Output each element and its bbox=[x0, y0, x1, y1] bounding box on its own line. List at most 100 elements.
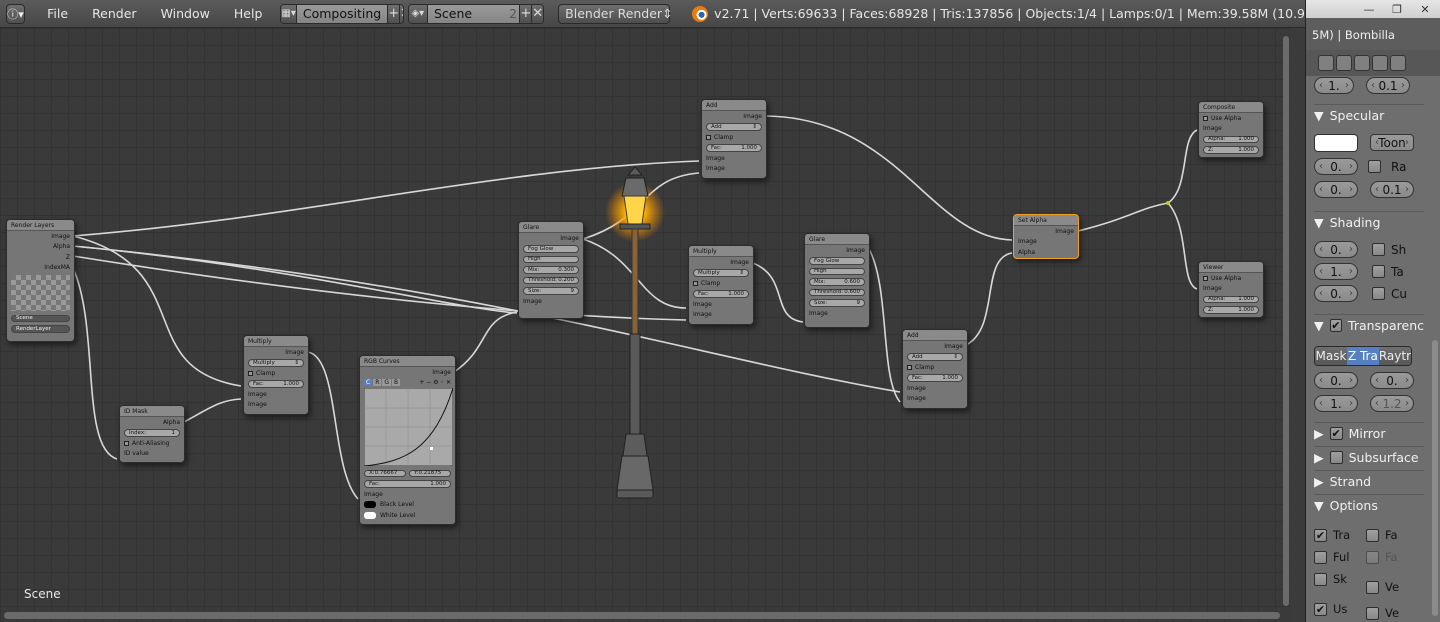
blend-mode-dropdown[interactable]: Add ⇕ bbox=[907, 353, 963, 361]
node-rgb-curves[interactable]: RGB Curves Image C R G B + − ⚙ ◦ ✕ X:0.7… bbox=[359, 355, 456, 525]
checkbox[interactable] bbox=[1314, 572, 1327, 586]
mix-field[interactable]: Mix: 0.600 bbox=[809, 278, 865, 286]
fac-field[interactable]: Fac: 1.000 bbox=[248, 380, 304, 388]
checkbox[interactable] bbox=[1203, 275, 1208, 281]
value-field[interactable]: 0. bbox=[1314, 181, 1358, 198]
menu-render[interactable]: Render bbox=[80, 6, 149, 21]
node-header[interactable]: RGB Curves bbox=[360, 356, 455, 367]
node-header[interactable]: Glare bbox=[805, 234, 869, 245]
fac-field[interactable]: Fac: 1.000 bbox=[693, 290, 749, 298]
value-field[interactable]: 1. bbox=[1314, 263, 1358, 280]
minimize-icon[interactable]: — bbox=[1358, 3, 1380, 16]
checkbox[interactable] bbox=[1366, 580, 1379, 594]
value-field[interactable]: 0. bbox=[1314, 372, 1358, 389]
checkbox[interactable] bbox=[1366, 550, 1379, 564]
scene-tab-icon[interactable] bbox=[1354, 55, 1370, 71]
checkbox[interactable] bbox=[1372, 265, 1385, 278]
checkbox-checked[interactable]: ✔ bbox=[1329, 319, 1343, 332]
fac-field[interactable]: Fac: 1.000 bbox=[706, 144, 762, 152]
z-field[interactable]: Z: 1.000 bbox=[1203, 146, 1259, 154]
node-render-layers[interactable]: Render Layers Image Alpha Z IndexMA Scen… bbox=[6, 219, 75, 342]
node-header[interactable]: Multiply bbox=[689, 246, 753, 257]
node-editor[interactable]: Render Layers Image Alpha Z IndexMA Scen… bbox=[0, 28, 1290, 622]
menu-window[interactable]: Window bbox=[149, 6, 222, 21]
shading-panel-header[interactable]: ▼ Shading bbox=[1314, 211, 1424, 233]
value-field[interactable]: 0.1 bbox=[1366, 77, 1410, 94]
node-header[interactable]: Add bbox=[702, 100, 766, 111]
transparency-method-selector[interactable]: Mask Z Tra Raytr bbox=[1314, 346, 1412, 366]
channel-b[interactable]: B bbox=[392, 379, 401, 387]
value-field[interactable]: 0. bbox=[1314, 241, 1358, 258]
fac-field[interactable]: Fac: 1.000 bbox=[364, 480, 451, 488]
restore-icon[interactable]: ❐ bbox=[1386, 3, 1408, 16]
editor-type-button[interactable]: ⓘ▾ bbox=[6, 3, 26, 24]
mirror-panel-header[interactable]: ▶ ✔ Mirror bbox=[1314, 422, 1424, 444]
checkbox[interactable] bbox=[1203, 115, 1208, 121]
value-field[interactable]: 0.1 bbox=[1370, 181, 1414, 198]
mask-option[interactable]: Mask bbox=[1315, 347, 1347, 365]
checkbox-checked[interactable]: ✔ bbox=[1314, 602, 1327, 616]
checkbox-checked[interactable]: ✔ bbox=[1329, 427, 1343, 440]
channel-r[interactable]: R bbox=[373, 379, 382, 387]
quality-dropdown[interactable]: High bbox=[809, 267, 865, 275]
node-composite[interactable]: Composite Use Alpha Image Alpha: 1.000 Z:… bbox=[1198, 101, 1264, 158]
strand-panel-header[interactable]: ▶ Strand bbox=[1314, 470, 1424, 492]
scene-name[interactable]: Scene bbox=[427, 4, 507, 23]
x-coordinate-field[interactable]: X:0.76667 bbox=[364, 469, 406, 477]
editor-type-icon[interactable] bbox=[1318, 55, 1334, 71]
glare-type-dropdown[interactable]: Fog Glow bbox=[523, 245, 579, 253]
vertical-scrollbar[interactable] bbox=[1283, 36, 1289, 606]
index-field[interactable]: Index: 1 bbox=[124, 429, 180, 437]
quality-dropdown[interactable]: High bbox=[523, 255, 579, 263]
alpha-field[interactable]: Alpha: 1.000 bbox=[1203, 135, 1259, 143]
render-tab-icon[interactable] bbox=[1336, 55, 1352, 71]
node-header[interactable]: Multiply bbox=[244, 336, 308, 347]
node-header[interactable]: Render Layers bbox=[7, 220, 74, 231]
threshold-field[interactable]: Threshold: 0.600 bbox=[809, 288, 865, 296]
screen-layout-name[interactable]: Compositing bbox=[296, 4, 388, 23]
node-add-1[interactable]: Add Image Add ⇕ Clamp Fac: 1.000 Image Ima… bbox=[701, 99, 767, 179]
value-field[interactable]: 0. bbox=[1370, 372, 1414, 389]
white-level-swatch[interactable] bbox=[364, 511, 376, 519]
checkbox[interactable] bbox=[1366, 606, 1379, 620]
layer-field[interactable]: RenderLayer bbox=[11, 325, 70, 333]
glare-type-dropdown[interactable]: Fog Glow bbox=[809, 257, 865, 265]
node-header[interactable]: Set Alpha bbox=[1014, 215, 1078, 226]
black-level-swatch[interactable] bbox=[364, 501, 376, 509]
checkbox[interactable] bbox=[124, 440, 129, 446]
value-field[interactable]: 0. bbox=[1314, 285, 1358, 302]
node-glare-2[interactable]: Glare Image Fog Glow High Mix: 0.600 Thre… bbox=[804, 233, 870, 328]
node-glare-1[interactable]: Glare Image Fog Glow High Mix: 0.300 Thre… bbox=[518, 221, 584, 319]
specular-intensity-field[interactable]: 0. bbox=[1314, 158, 1358, 175]
menu-file[interactable]: File bbox=[35, 6, 80, 21]
specular-panel-header[interactable]: ▼ Specular bbox=[1314, 104, 1424, 126]
screen-layout-icon[interactable]: ▦▾ bbox=[281, 4, 297, 23]
blend-mode-dropdown[interactable]: Add ⇕ bbox=[706, 123, 762, 131]
delete-scene-icon[interactable]: ✕ bbox=[531, 4, 544, 23]
channel-g[interactable]: G bbox=[382, 379, 392, 387]
threshold-field[interactable]: Threshold: 0.200 bbox=[523, 276, 579, 284]
menu-help[interactable]: Help bbox=[222, 6, 275, 21]
checkbox[interactable] bbox=[693, 280, 698, 286]
node-set-alpha[interactable]: Set Alpha Image Image Alpha bbox=[1013, 214, 1079, 259]
node-viewer[interactable]: Viewer Use Alpha Image Alpha: 1.000 Z: 1.0… bbox=[1198, 261, 1264, 318]
screen-layout-selector[interactable]: ▦▾ Compositing + ✕ bbox=[280, 3, 404, 24]
specular-shader-dropdown[interactable]: Toon bbox=[1370, 134, 1414, 151]
specular-color-swatch[interactable] bbox=[1314, 134, 1358, 152]
checkbox-checked[interactable]: ✔ bbox=[1314, 528, 1327, 542]
size-field[interactable]: Size: 9 bbox=[809, 299, 865, 307]
node-header[interactable]: Add bbox=[903, 330, 967, 341]
curve-tools-icon[interactable]: + − ⚙ ◦ ✕ bbox=[419, 379, 451, 386]
node-multiply-1[interactable]: Multiply Image Multiply ⇕ Clamp Fac: 1.000… bbox=[243, 335, 309, 415]
checkbox[interactable] bbox=[1372, 243, 1385, 256]
value-field[interactable]: 1. bbox=[1314, 77, 1354, 94]
blend-mode-dropdown[interactable]: Multiply ⇕ bbox=[248, 359, 304, 367]
alpha-field[interactable]: Alpha: 1.000 bbox=[1203, 295, 1259, 303]
add-scene-icon[interactable]: + bbox=[519, 4, 532, 23]
node-header[interactable]: Viewer bbox=[1199, 262, 1263, 273]
world-tab-icon[interactable] bbox=[1372, 55, 1388, 71]
material-tab-icon[interactable] bbox=[1390, 55, 1406, 71]
scene-selector[interactable]: ◈▾ Scene 2 + ✕ bbox=[407, 3, 545, 24]
node-header[interactable]: ID Mask bbox=[120, 406, 184, 417]
size-field[interactable]: Size: 9 bbox=[523, 287, 579, 295]
